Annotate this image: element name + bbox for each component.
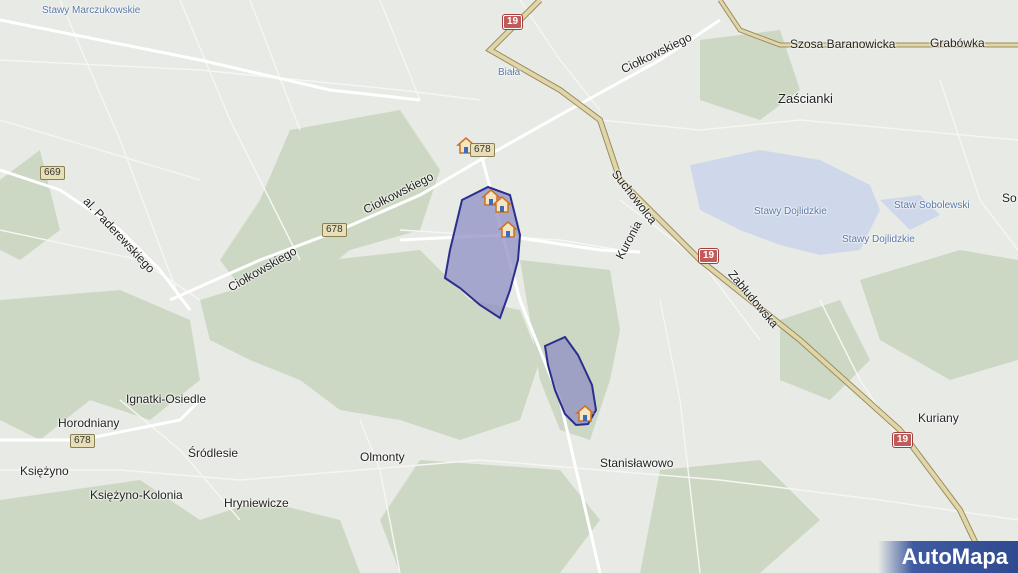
place-label: Zaścianki bbox=[778, 91, 833, 106]
road-shield: 19 bbox=[699, 249, 719, 263]
automapa-logo: AutoMapa bbox=[878, 541, 1018, 573]
house-marker[interactable] bbox=[492, 195, 512, 213]
house-icon bbox=[498, 221, 518, 238]
place-label: Biała bbox=[498, 67, 521, 78]
place-label: Stawy Marczukowskie bbox=[42, 5, 141, 16]
place-label: Kuriany bbox=[918, 411, 959, 425]
road-shield: 678 bbox=[470, 143, 495, 157]
road-shield: 19 bbox=[893, 433, 913, 447]
house-icon bbox=[492, 196, 512, 213]
place-label: Horodniany bbox=[58, 416, 120, 430]
place-label: Księżyno-Kolonia bbox=[90, 488, 183, 502]
road-shield: 678 bbox=[70, 434, 95, 448]
road-shield: 19 bbox=[503, 15, 523, 29]
house-marker[interactable] bbox=[498, 220, 518, 238]
place-label: Stanisławowo bbox=[600, 456, 674, 470]
house-icon bbox=[575, 405, 595, 422]
place-label: Staw Sobolewski bbox=[894, 200, 970, 211]
place-label: Stawy Dojlidzkie bbox=[754, 206, 827, 217]
road-shield: 669 bbox=[40, 166, 65, 180]
place-label: Szosa Baranowicka bbox=[790, 37, 896, 51]
place-label: Księżyno bbox=[20, 464, 69, 478]
place-label: Stawy Dojlidzkie bbox=[842, 234, 915, 245]
place-label: Grabówka bbox=[930, 36, 985, 50]
map-view[interactable]: Stawy Marczukowskie Biała Szosa Baranowi… bbox=[0, 0, 1018, 573]
place-label: Ignatki-Osiedle bbox=[126, 392, 207, 406]
house-marker[interactable] bbox=[575, 404, 595, 422]
place-label: Hryniewicze bbox=[224, 496, 289, 510]
place-label: Olmonty bbox=[360, 450, 405, 464]
place-label: So bbox=[1002, 191, 1017, 205]
road-shield: 678 bbox=[322, 223, 347, 237]
place-label: Śródlesie bbox=[188, 446, 239, 460]
